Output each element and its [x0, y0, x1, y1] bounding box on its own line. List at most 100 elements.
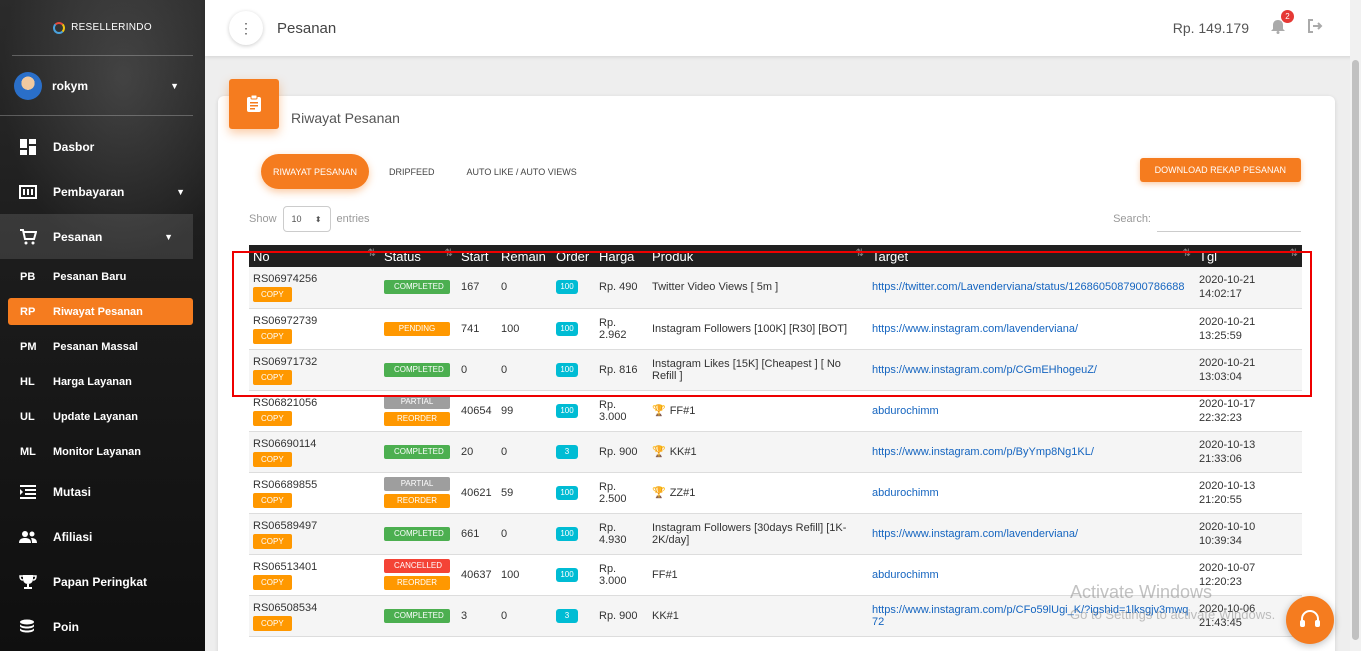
cell-produk: KK#1 — [648, 595, 868, 637]
tab-auto-like[interactable]: AUTO LIKE / AUTO VIEWS — [455, 154, 589, 189]
reorder-button[interactable]: REORDER — [384, 494, 450, 508]
reorder-button[interactable]: REORDER — [384, 412, 450, 426]
scrollbar-thumb[interactable] — [1352, 60, 1359, 640]
cell-order: 100 — [552, 513, 595, 555]
order-id: RS06589497 — [253, 519, 318, 532]
caret-down-icon: ▼ — [176, 186, 185, 197]
cell-start: 661 — [457, 513, 497, 555]
sidebar-nav: Dasbor Pembayaran ▼ Pesanan ▼ PB Pesanan… — [0, 116, 205, 649]
cell-remain: 0 — [497, 513, 552, 555]
cell-status: CANCELLED REORDER — [380, 554, 457, 596]
cell-produk: 🏆 ZZ#1 — [648, 472, 868, 514]
cell-harga: Rp. — [595, 636, 648, 651]
headset-icon — [1300, 610, 1320, 627]
cell-tgl: 2020-10-13 21:20:55 — [1195, 472, 1302, 514]
subitem-label: Riwayat Pesanan — [53, 305, 143, 318]
copy-button[interactable]: COPY — [253, 410, 292, 426]
cell-remain: 0 — [497, 595, 552, 637]
cell-order: 3 — [552, 595, 595, 637]
topbar: ⋮ Pesanan Rp. 149.179 2 — [205, 0, 1361, 56]
order-id: RS06513401 — [253, 560, 318, 573]
copy-button[interactable]: COPY — [253, 451, 292, 467]
cell-no: RS06507192 — [249, 636, 380, 651]
cell-tgl: 2020-10-10 10:39:34 — [1195, 513, 1302, 555]
sidebar-item-mutasi[interactable]: Mutasi — [0, 469, 205, 514]
dashboard-icon — [18, 138, 38, 156]
order-time: 21:20:55 — [1199, 493, 1242, 506]
caret-down-icon: ▼ — [164, 231, 173, 242]
brand[interactable]: RESELLERINDO — [12, 0, 193, 56]
entries-select[interactable]: 10 ⬍ — [282, 206, 331, 232]
cell-start: 40621 — [457, 472, 497, 514]
trophy-icon: 🏆 — [652, 405, 666, 417]
tab-riwayat-pesanan[interactable]: RIWAYAT PESANAN — [261, 154, 370, 189]
sidebar-subitem-harga-layanan[interactable]: HL Harga Layanan — [8, 364, 193, 399]
table-row: RS06589497 COPY COMPLETED 661 0 100 Rp. 4.930 I… — [249, 513, 1302, 555]
table-row: RS06690114 COPY COMPLETED 20 0 3 Rp. 900 🏆 KK#1 h… — [249, 431, 1302, 473]
cell-harga: Rp. 4.930 — [595, 513, 648, 555]
entries-control: Show 10 ⬍ entries — [249, 206, 370, 232]
target-link[interactable]: abdurochimm — [872, 569, 939, 581]
table-row: RS06689855 COPY PARTIAL REORDER 40621 59 100 Rp… — [249, 472, 1302, 514]
entries-label: entries — [336, 213, 370, 225]
product-name: KK#1 — [652, 609, 679, 622]
sidebar-subitem-pesanan-massal[interactable]: PM Pesanan Massal — [8, 329, 193, 364]
sidebar-subitem-monitor-layanan[interactable]: ML Monitor Layanan — [8, 434, 193, 469]
subitem-label: Pesanan Baru — [53, 270, 127, 283]
status-badge: COMPLETED — [384, 526, 450, 541]
order-date: 2020-10-13 — [1199, 479, 1256, 492]
updown-icon: ⬍ — [314, 214, 322, 224]
target-link[interactable]: abdurochimm — [872, 487, 939, 499]
target-link[interactable]: https://www.instagram.com/lavenderviana/ — [872, 528, 1078, 540]
copy-button[interactable]: COPY — [253, 492, 292, 508]
order-id: RS06690114 — [253, 437, 317, 450]
sidebar-subitem-pesanan-baru[interactable]: PB Pesanan Baru — [8, 259, 193, 294]
notification-button[interactable]: 2 — [1271, 9, 1294, 38]
menu-toggle-button[interactable]: ⋮ — [229, 11, 263, 45]
order-time: 21:33:06 — [1199, 452, 1242, 465]
order-count-pill: 100 — [556, 485, 578, 500]
sidebar-item-pembayaran[interactable]: Pembayaran ▼ — [0, 169, 205, 214]
order-count-pill: 100 — [556, 567, 578, 582]
subitem-label: Harga Layanan — [53, 375, 132, 388]
product-name: FF#1 — [652, 568, 678, 581]
cell-no: RS06508534 COPY — [249, 595, 380, 637]
trophy-icon: 🏆 — [652, 487, 666, 499]
trophy-icon — [18, 573, 38, 591]
sidebar-item-dasbor[interactable]: Dasbor — [0, 124, 205, 169]
cell-remain: 59 — [497, 472, 552, 514]
sidebar-subitem-update-layanan[interactable]: UL Update Layanan — [8, 399, 193, 434]
list-icon — [18, 483, 38, 501]
sidebar-item-poin[interactable]: Poin — [0, 604, 205, 649]
status-badge: PARTIAL — [384, 395, 450, 409]
target-link[interactable]: abdurochimm — [872, 405, 939, 417]
highlight-box — [232, 251, 1312, 397]
more-vertical-icon: ⋮ — [239, 19, 253, 36]
cell-status — [380, 636, 457, 651]
notification-badge: 2 — [1281, 9, 1294, 23]
copy-button[interactable]: COPY — [253, 574, 292, 590]
search-input[interactable] — [1157, 206, 1301, 232]
order-count-pill: 3 — [556, 608, 578, 623]
cell-no: RS06589497 COPY — [249, 513, 380, 555]
cell-harga: Rp. 3.000 — [595, 554, 648, 596]
support-chat-button[interactable] — [1286, 596, 1334, 644]
sidebar-item-pesanan[interactable]: Pesanan ▼ — [0, 214, 193, 259]
copy-button[interactable]: COPY — [253, 615, 292, 631]
cell-produk: 🏆 KK#1 — [648, 431, 868, 473]
order-count-pill: 100 — [556, 526, 578, 541]
logout-button[interactable] — [1307, 19, 1323, 37]
sidebar-item-afiliasi[interactable]: Afiliasi — [0, 514, 205, 559]
download-recap-button[interactable]: DOWNLOAD REKAP PESANAN — [1139, 158, 1301, 182]
sidebar-subitem-riwayat-pesanan[interactable]: RP Riwayat Pesanan — [8, 298, 193, 325]
copy-button[interactable]: COPY — [253, 533, 292, 549]
sidebar-item-papan-peringkat[interactable]: Papan Peringkat — [0, 559, 205, 604]
user-menu[interactable]: rokym ▼ — [0, 56, 193, 116]
subitem-abbr: PB — [20, 270, 36, 283]
target-link[interactable]: https://www.instagram.com/p/ByYmp8Ng1KL/ — [872, 446, 1094, 458]
tab-dripfeed[interactable]: DRIPFEED — [377, 154, 447, 189]
search-label: Search: — [1113, 213, 1151, 225]
page-scrollbar[interactable] — [1350, 0, 1361, 651]
reorder-button[interactable]: REORDER — [384, 576, 450, 590]
tab-bar: RIWAYAT PESANAN DRIPFEED AUTO LIKE / AUT… — [261, 154, 589, 189]
